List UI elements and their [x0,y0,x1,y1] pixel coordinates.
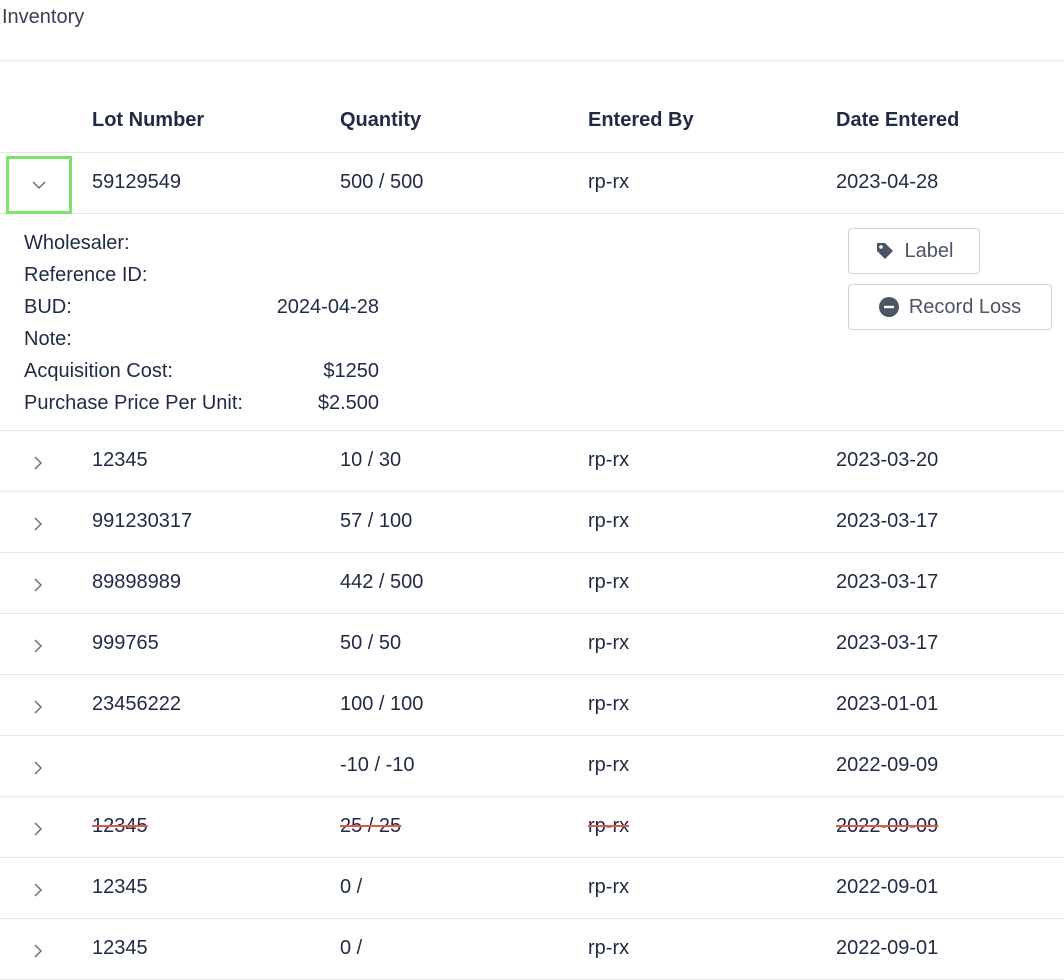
lot-number: 991230317 [92,510,193,532]
note-label: Note: [24,328,72,350]
table-row[interactable]: -10 / -10 rp-rx 2022-09-09 [0,736,1064,797]
table-row[interactable]: 89898989 442 / 500 rp-rx 2023-03-17 [0,553,1064,614]
chevron-down-icon [32,181,46,190]
label-button[interactable]: Label [848,228,980,274]
entered-by: rp-rx [588,449,630,471]
entered-by: rp-rx [588,754,630,776]
table-row[interactable]: 12345 10 / 30 rp-rx 2023-03-20 [0,431,1064,492]
column-header-entered-by[interactable]: Entered By [588,109,694,132]
quantity: 0 / [340,937,363,959]
entered-by: rp-rx [588,510,630,532]
collapse-toggle[interactable] [6,156,72,214]
chevron-right-icon [34,822,43,836]
expand-toggle[interactable] [24,817,52,841]
title-divider [0,60,1064,61]
lot-number: 59129549 [92,171,181,193]
date-entered: 2022-09-01 [836,876,939,898]
date-entered: 2022-09-09 [836,754,939,776]
table-row-expanded[interactable]: 59129549 500 / 500 rp-rx 2023-04-28 [0,153,1064,214]
date-entered: 2023-03-17 [836,510,939,532]
lot-number: 12345 [92,815,148,837]
table-row[interactable]: 999765 50 / 50 rp-rx 2023-03-17 [0,614,1064,675]
expand-toggle[interactable] [24,939,52,963]
expand-toggle[interactable] [24,512,52,536]
table-row[interactable]: 12345 0 / rp-rx 2022-09-01 [0,858,1064,919]
acquisition-cost-label: Acquisition Cost: [24,360,173,382]
quantity: 57 / 100 [340,510,413,532]
reference-id-label: Reference ID: [24,264,148,286]
quantity: 10 / 30 [340,449,402,471]
chevron-right-icon [34,761,43,775]
entered-by: rp-rx [588,693,630,715]
lot-number: 999765 [92,632,159,654]
chevron-right-icon [34,639,43,653]
table-row[interactable]: 12345 25 / 25 rp-rx 2022-09-09 [0,797,1064,858]
table-row[interactable]: 23456222 100 / 100 rp-rx 2023-01-01 [0,675,1064,736]
table-row[interactable]: 12345 0 / rp-rx 2022-09-01 [0,919,1064,980]
chevron-right-icon [34,456,43,470]
entered-by: rp-rx [588,937,630,959]
column-header-lot-number[interactable]: Lot Number [92,109,204,132]
inventory-table: Lot Number Quantity Entered By Date Ente… [0,90,1064,980]
chevron-right-icon [34,700,43,714]
expand-toggle[interactable] [24,634,52,658]
minus-circle-icon [878,297,899,317]
column-header-date-entered[interactable]: Date Entered [836,109,959,132]
quantity: 500 / 500 [340,171,424,193]
date-entered: 2023-03-17 [836,632,939,654]
acquisition-cost-value: $1250 [323,360,379,382]
column-header-quantity[interactable]: Quantity [340,109,421,132]
quantity: -10 / -10 [340,754,415,776]
lot-number: 23456222 [92,693,181,715]
bud-value: 2024-04-28 [276,296,379,318]
date-entered: 2023-03-17 [836,571,939,593]
chevron-right-icon [34,578,43,592]
quantity: 25 / 25 [340,815,402,837]
date-entered: 2022-09-09 [836,815,939,837]
entered-by: rp-rx [588,571,630,593]
table-body: 12345 10 / 30 rp-rx 2023-03-20 991230317 57 /… [0,431,1064,980]
chevron-right-icon [34,944,43,958]
label-button-text: Label [904,239,954,262]
purchase-price-value: $2.500 [317,392,379,414]
expand-toggle[interactable] [24,451,52,475]
lot-number: 12345 [92,449,148,471]
expand-toggle[interactable] [24,878,52,902]
table-row[interactable]: 991230317 57 / 100 rp-rx 2023-03-17 [0,492,1064,553]
entered-by: rp-rx [588,171,630,193]
quantity: 442 / 500 [340,571,424,593]
bud-label: BUD: [24,296,72,318]
tag-icon [875,241,895,261]
row-details-panel: Wholesaler: Reference ID: BUD: 2024-04-2… [0,214,1064,431]
expand-toggle[interactable] [24,573,52,597]
date-entered: 2023-03-20 [836,449,939,471]
chevron-right-icon [34,517,43,531]
page-title: Inventory [2,6,85,28]
quantity: 50 / 50 [340,632,402,654]
lot-number: 12345 [92,937,148,959]
expand-toggle[interactable] [24,695,52,719]
wholesaler-label: Wholesaler: [24,232,130,254]
entered-by: rp-rx [588,815,630,837]
lot-number: 89898989 [92,571,181,593]
entered-by: rp-rx [588,876,630,898]
expand-toggle[interactable] [24,756,52,780]
quantity: 0 / [340,876,363,898]
date-entered: 2023-01-01 [836,693,939,715]
record-loss-button[interactable]: Record Loss [848,284,1052,330]
table-header: Lot Number Quantity Entered By Date Ente… [0,90,1064,153]
purchase-price-label: Purchase Price Per Unit: [24,392,243,414]
date-entered: 2023-04-28 [836,171,939,193]
record-loss-button-text: Record Loss [908,295,1022,318]
chevron-right-icon [34,883,43,897]
date-entered: 2022-09-01 [836,937,939,959]
quantity: 100 / 100 [340,693,424,715]
entered-by: rp-rx [588,632,630,654]
lot-number: 12345 [92,876,148,898]
